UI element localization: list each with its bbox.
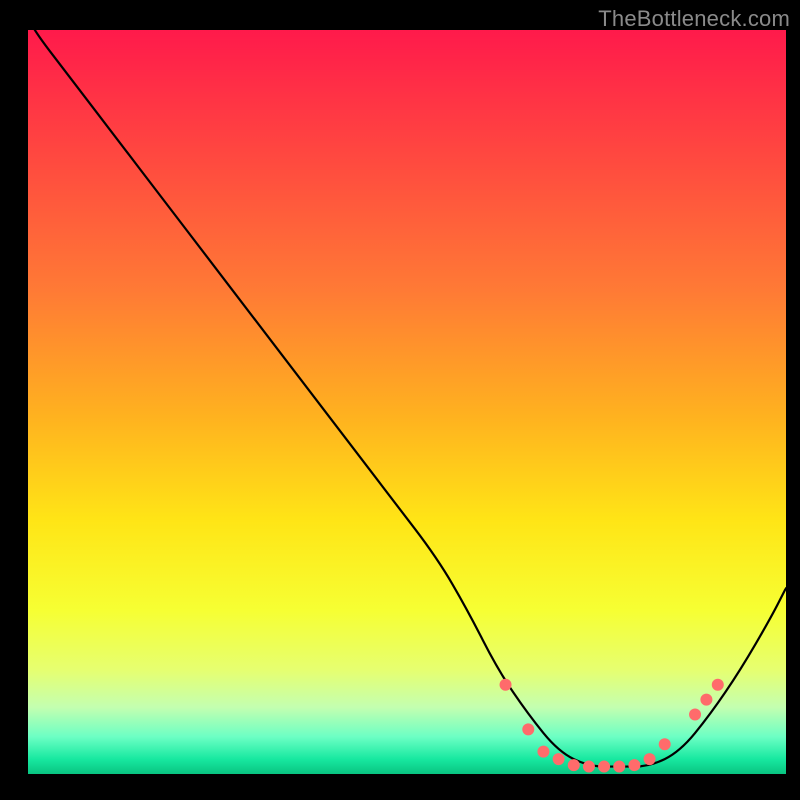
plot-background <box>28 30 786 774</box>
highlight-point <box>553 753 565 765</box>
highlight-point <box>568 759 580 771</box>
highlight-point <box>500 679 512 691</box>
highlight-point <box>598 761 610 773</box>
highlight-point <box>522 723 534 735</box>
highlight-point <box>700 694 712 706</box>
watermark-text: TheBottleneck.com <box>598 6 790 32</box>
bottleneck-chart <box>0 0 800 800</box>
highlight-point <box>628 759 640 771</box>
highlight-point <box>583 761 595 773</box>
highlight-point <box>537 746 549 758</box>
highlight-point <box>689 708 701 720</box>
chart-frame: TheBottleneck.com <box>0 0 800 800</box>
highlight-point <box>659 738 671 750</box>
highlight-point <box>712 679 724 691</box>
highlight-point <box>644 753 656 765</box>
highlight-point <box>613 761 625 773</box>
